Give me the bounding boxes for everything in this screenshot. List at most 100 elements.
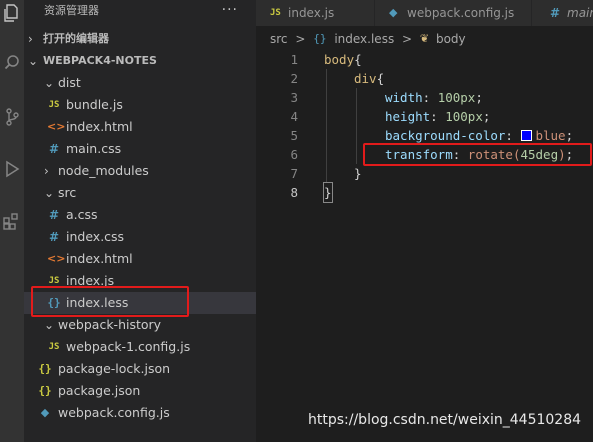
number-value: 100px: [445, 109, 483, 124]
tree-item-label: index.css: [66, 229, 125, 244]
code-line[interactable]: width: 100px;: [385, 88, 483, 107]
semicolon: ;: [565, 147, 574, 162]
css-file-icon: #: [48, 208, 60, 222]
semicolon: ;: [475, 90, 483, 105]
line-number: 3: [290, 90, 298, 105]
breadcrumb-symbol[interactable]: body: [436, 29, 466, 49]
brace: {: [354, 52, 362, 67]
tree-file-bundle-js[interactable]: JS bundle.js: [24, 94, 256, 116]
color-swatch[interactable]: [521, 130, 533, 141]
brace: }: [324, 185, 332, 200]
project-section[interactable]: ⌄ WEBPACK4-NOTES: [24, 50, 256, 72]
css-file-icon: #: [550, 6, 561, 20]
property: background-color: [385, 128, 506, 143]
tab-bar: JS index.js ◆ webpack.config.js # main: [256, 0, 593, 26]
tree-file-webpack-config-js[interactable]: ◆ webpack.config.js: [24, 402, 256, 424]
breadcrumb-file[interactable]: index.less: [334, 29, 394, 49]
tree-item-label: package.json: [58, 383, 141, 398]
code-line[interactable]: }: [354, 164, 362, 183]
chevron-down-icon: ⌄: [44, 318, 55, 332]
chevron-down-icon: ⌄: [44, 186, 55, 200]
code-line[interactable]: div{: [354, 69, 384, 88]
project-label: WEBPACK4-NOTES: [43, 54, 157, 67]
tree-item-label: webpack-1.config.js: [66, 339, 191, 354]
explorer-title: 资源管理器: [44, 4, 99, 17]
line-number: 5: [290, 128, 298, 143]
tree-folder-src[interactable]: ⌄ src: [24, 182, 256, 204]
semicolon: ;: [565, 128, 574, 143]
js-file-icon: JS: [48, 276, 60, 286]
chevron-down-icon: ⌄: [28, 54, 39, 68]
watermark: https://blog.csdn.net/weixin_44510284: [308, 412, 582, 428]
code-line[interactable]: transform: rotate(45deg);: [385, 145, 573, 164]
explorer-sidebar: 资源管理器 ··· › 打开的编辑器 ⌄ WEBPACK4-NOTES ⌄ di…: [24, 0, 256, 442]
json-file-icon: {}: [38, 384, 52, 397]
activity-bar: [0, 0, 24, 442]
colon: :: [505, 128, 521, 143]
tree-folder-node-modules[interactable]: › node_modules: [24, 160, 256, 182]
tree-file-index-js[interactable]: JS index.js: [24, 270, 256, 292]
tree-item-label: index.less: [66, 295, 129, 310]
breadcrumb-separator-icon: >: [295, 32, 306, 46]
search-icon[interactable]: [0, 54, 24, 70]
tree-file-webpack-1-config-js[interactable]: JS webpack-1.config.js: [24, 336, 256, 358]
code-line[interactable]: body{: [324, 50, 362, 69]
breadcrumb-folder[interactable]: src: [270, 29, 288, 49]
tree-file-package-lock-json[interactable]: {} package-lock.json: [24, 358, 256, 380]
css-file-icon: #: [48, 142, 60, 156]
selector: div: [354, 71, 377, 86]
editor-area: JS index.js ◆ webpack.config.js # main s…: [256, 0, 593, 442]
selector: body: [324, 52, 355, 67]
string-value: blue: [535, 128, 566, 143]
breadcrumb-separator-icon: >: [402, 32, 413, 46]
tree-item-label: index.html: [66, 251, 133, 266]
colon: :: [452, 147, 468, 162]
code-line[interactable]: height: 100px;: [385, 107, 490, 126]
tree-item-label: src: [58, 185, 77, 200]
more-actions-icon[interactable]: ···: [222, 0, 238, 22]
tree-file-main-css[interactable]: # main.css: [24, 138, 256, 160]
css-file-icon: #: [48, 230, 60, 244]
open-editors-section[interactable]: › 打开的编辑器: [24, 28, 256, 50]
tree-item-label: webpack-history: [58, 317, 162, 332]
tree-item-label: dist: [58, 75, 81, 90]
tree-file-package-json[interactable]: {} package.json: [24, 380, 256, 402]
breadcrumb: src > {} index.less > ❦ body: [270, 29, 466, 49]
function-name: rotate(: [467, 147, 521, 162]
tree-file-index-css[interactable]: # index.css: [24, 226, 256, 248]
js-file-icon: JS: [48, 100, 60, 110]
tab-label: main: [567, 6, 593, 20]
property: height: [385, 109, 431, 124]
tree-file-index-less[interactable]: {} index.less: [24, 292, 256, 314]
run-debug-icon[interactable]: [0, 160, 24, 178]
tree-item-label: node_modules: [58, 163, 149, 178]
function-close: ): [558, 147, 566, 162]
less-file-icon: {}: [47, 296, 61, 309]
js-file-icon: JS: [270, 8, 281, 18]
tree-file-dist-index-html[interactable]: <> index.html: [24, 116, 256, 138]
tree-item-label: package-lock.json: [58, 361, 171, 376]
explorer-icon[interactable]: [0, 4, 24, 22]
tree-file-src-index-html[interactable]: <> index.html: [24, 248, 256, 270]
tree-file-a-css[interactable]: # a.css: [24, 204, 256, 226]
line-number: 1: [290, 52, 298, 67]
tab-index-js[interactable]: JS index.js: [256, 0, 375, 26]
tab-webpack-config-js[interactable]: ◆ webpack.config.js: [375, 0, 532, 26]
tree-folder-dist[interactable]: ⌄ dist: [24, 72, 256, 94]
tree-item-label: index.js: [66, 273, 115, 288]
code-line[interactable]: background-color: blue;: [385, 126, 573, 145]
tab-main[interactable]: # main: [532, 0, 593, 26]
tree-item-label: main.css: [66, 141, 122, 156]
extensions-icon[interactable]: [0, 212, 24, 230]
colon: :: [430, 109, 446, 124]
html-file-icon: <>: [47, 120, 66, 133]
brace: {: [376, 71, 385, 86]
tab-label: index.js: [288, 6, 335, 20]
tree-item-label: index.html: [66, 119, 133, 134]
code-line[interactable]: }: [323, 182, 333, 203]
source-control-icon[interactable]: [0, 108, 24, 126]
property: width: [385, 90, 423, 105]
symbol-icon: ❦: [419, 32, 430, 45]
tree-folder-webpack-history[interactable]: ⌄ webpack-history: [24, 314, 256, 336]
webpack-file-icon: ◆: [389, 6, 398, 19]
